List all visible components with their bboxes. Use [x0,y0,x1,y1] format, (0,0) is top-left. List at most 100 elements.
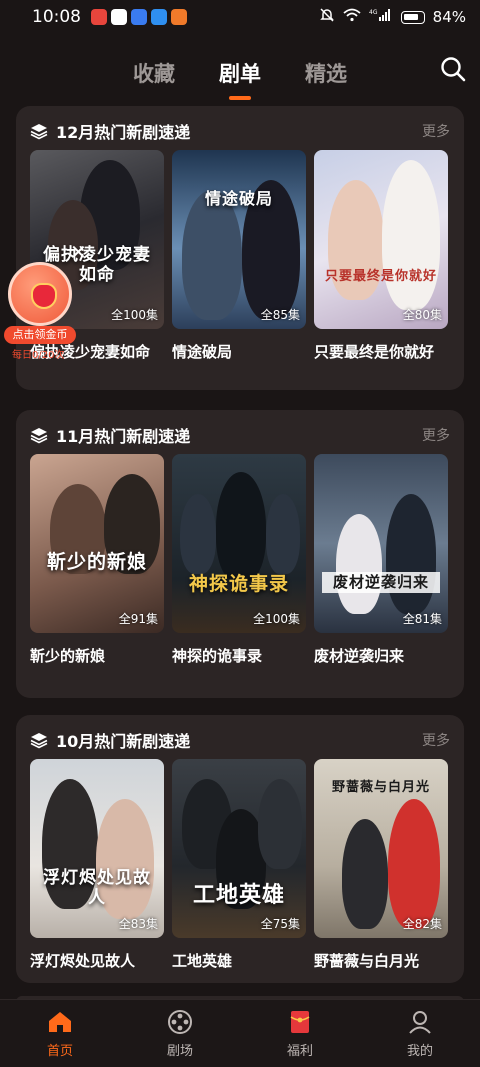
home-icon [49,1012,71,1032]
top-tabs: 收藏 剧单 精选 [0,52,480,102]
drama-poster[interactable]: 野蔷薇与白月光 全82集 [314,759,448,938]
poster-title-art: 工地英雄 [192,882,285,908]
drama-card[interactable]: 神探诡事录 全100集 神探的诡事录 [172,454,306,666]
drama-title: 野蔷薇与白月光 [314,952,420,970]
app-notification-icon [131,9,147,25]
more-link[interactable]: 更多 [422,121,450,141]
poster-title-art: 野蔷薇与白月光 [331,780,430,795]
drama-title: 神探的诡事录 [172,647,263,665]
poster-title-art: 靳少的新娘 [46,551,147,573]
signal-icon: 4G [369,8,393,26]
poster-figure [342,819,388,929]
drama-poster[interactable]: 情途破局 全85集 [172,150,306,329]
section-title: 11月热门新剧速递 [56,427,191,446]
search-icon[interactable] [440,56,466,82]
section-header: 10月热门新剧速递 更多 [30,729,450,751]
notification-icons [91,9,187,25]
drama-poster[interactable]: 工地英雄 全75集 [172,759,306,938]
episode-count: 全82集 [402,917,442,931]
claim-coins-button[interactable]: 点击领金币 [4,326,76,344]
lucky-bag-icon [31,283,57,309]
episode-count: 全81集 [402,612,442,626]
episode-count: 全80集 [402,308,442,322]
wifi-icon [343,8,361,26]
layers-icon [30,428,48,444]
nav-label: 首页 [46,1044,73,1059]
app-notification-icon [111,9,127,25]
episode-count: 全83集 [118,917,158,931]
profile-icon [409,1011,431,1034]
coin-reward-button[interactable] [8,262,72,326]
film-reel-icon [168,1010,192,1034]
drama-title: 情途破局 [172,343,233,361]
svg-text:4G: 4G [369,9,378,16]
status-time: 10:08 [32,7,81,27]
more-link[interactable]: 更多 [422,425,450,445]
drama-title: 工地英雄 [172,952,233,970]
poster-figure [336,514,382,614]
more-link[interactable]: 更多 [422,730,450,750]
drama-card[interactable]: 野蔷薇与白月光 全82集 野蔷薇与白月光 [314,759,448,971]
nav-label: 剧场 [166,1044,193,1059]
layers-icon [30,733,48,749]
poster-title-art: 废材逆袭归来 [322,572,440,594]
drama-card[interactable]: 废材逆袭归来 全81集 废材逆袭归来 [314,454,448,666]
section-november: 11月热门新剧速递 更多 靳少的新娘 全91集 靳少的新娘 神探诡事录 全100… [16,410,464,698]
drama-poster[interactable]: 神探诡事录 全100集 [172,454,306,633]
episode-count: 全100集 [111,308,158,322]
drama-card[interactable]: 情途破局 全85集 情途破局 [172,150,306,362]
episode-count: 全75集 [260,917,300,931]
drama-poster[interactable]: 只要最终是你就好 全80集 [314,150,448,329]
drama-title: 靳少的新娘 [30,647,106,665]
drama-card[interactable]: 工地英雄 全75集 工地英雄 [172,759,306,971]
app-notification-icon [151,9,167,25]
nav-label: 福利 [286,1044,313,1059]
poster-title-art: 神探诡事录 [188,573,289,595]
battery-percent: 84% [432,8,466,26]
battery-icon [400,10,425,24]
drama-title: 废材逆袭归来 [314,647,405,665]
drama-title: 只要最终是你就好 [314,343,435,361]
section-october: 10月热门新剧速递 更多 浮灯烬处见故人 全83集 浮灯烬处见故人 工地英雄 全… [16,715,464,983]
poster-figure [258,779,302,869]
nav-label: 我的 [406,1044,433,1059]
tab-playlist[interactable]: 剧单 [219,52,261,88]
red-envelope-icon [290,1011,310,1033]
close-icon[interactable]: ✕ [70,242,90,262]
status-bar: 10:08 4G 84% [0,0,480,34]
drama-poster[interactable]: 靳少的新娘 全91集 [30,454,164,633]
poster-figure [386,494,436,614]
tab-featured[interactable]: 精选 [305,52,347,88]
bottom-nav: 首页 剧场 福利 我的 [0,999,480,1067]
drama-card[interactable]: 靳少的新娘 全91集 靳少的新娘 [30,454,164,666]
drama-title: 浮灯烬处见故人 [30,952,136,970]
mute-bell-icon [319,7,335,27]
drama-card[interactable]: 浮灯烬处见故人 全83集 浮灯烬处见故人 [30,759,164,971]
drama-card[interactable]: 只要最终是你就好 全80集 只要最终是你就好 [314,150,448,362]
tab-favorites[interactable]: 收藏 [133,52,175,88]
app-notification-icon [171,9,187,25]
nav-theater[interactable]: 剧场 [140,1008,220,1059]
drama-poster[interactable]: 浮灯烬处见故人 全83集 [30,759,164,938]
poster-figure [182,190,242,320]
episode-count: 全100集 [253,612,300,626]
poster-figure [388,799,440,929]
poster-title-art: 只要最终是你就好 [324,269,437,284]
poster-title-art: 浮灯烬处见故人 [43,868,151,908]
section-title: 10月热门新剧速递 [56,732,191,751]
poster-figure [382,160,440,310]
episode-count: 全85集 [260,308,300,322]
poster-figure [216,472,266,582]
nav-welfare[interactable]: 福利 [260,1008,340,1059]
coin-reward-widget[interactable]: ✕ 点击领金币 每日0/20次 [4,242,87,362]
nav-profile[interactable]: 我的 [380,1008,460,1059]
poster-figure [180,494,216,574]
drama-poster[interactable]: 废材逆袭归来 全81集 [314,454,448,633]
poster-title-art: 情途破局 [204,189,273,208]
layers-icon [30,124,48,140]
daily-count: 每日0/20次 [12,350,65,361]
app-notification-icon [91,9,107,25]
episode-count: 全91集 [118,612,158,626]
nav-home[interactable]: 首页 [20,1008,100,1059]
section-title: 12月热门新剧速递 [56,123,191,142]
